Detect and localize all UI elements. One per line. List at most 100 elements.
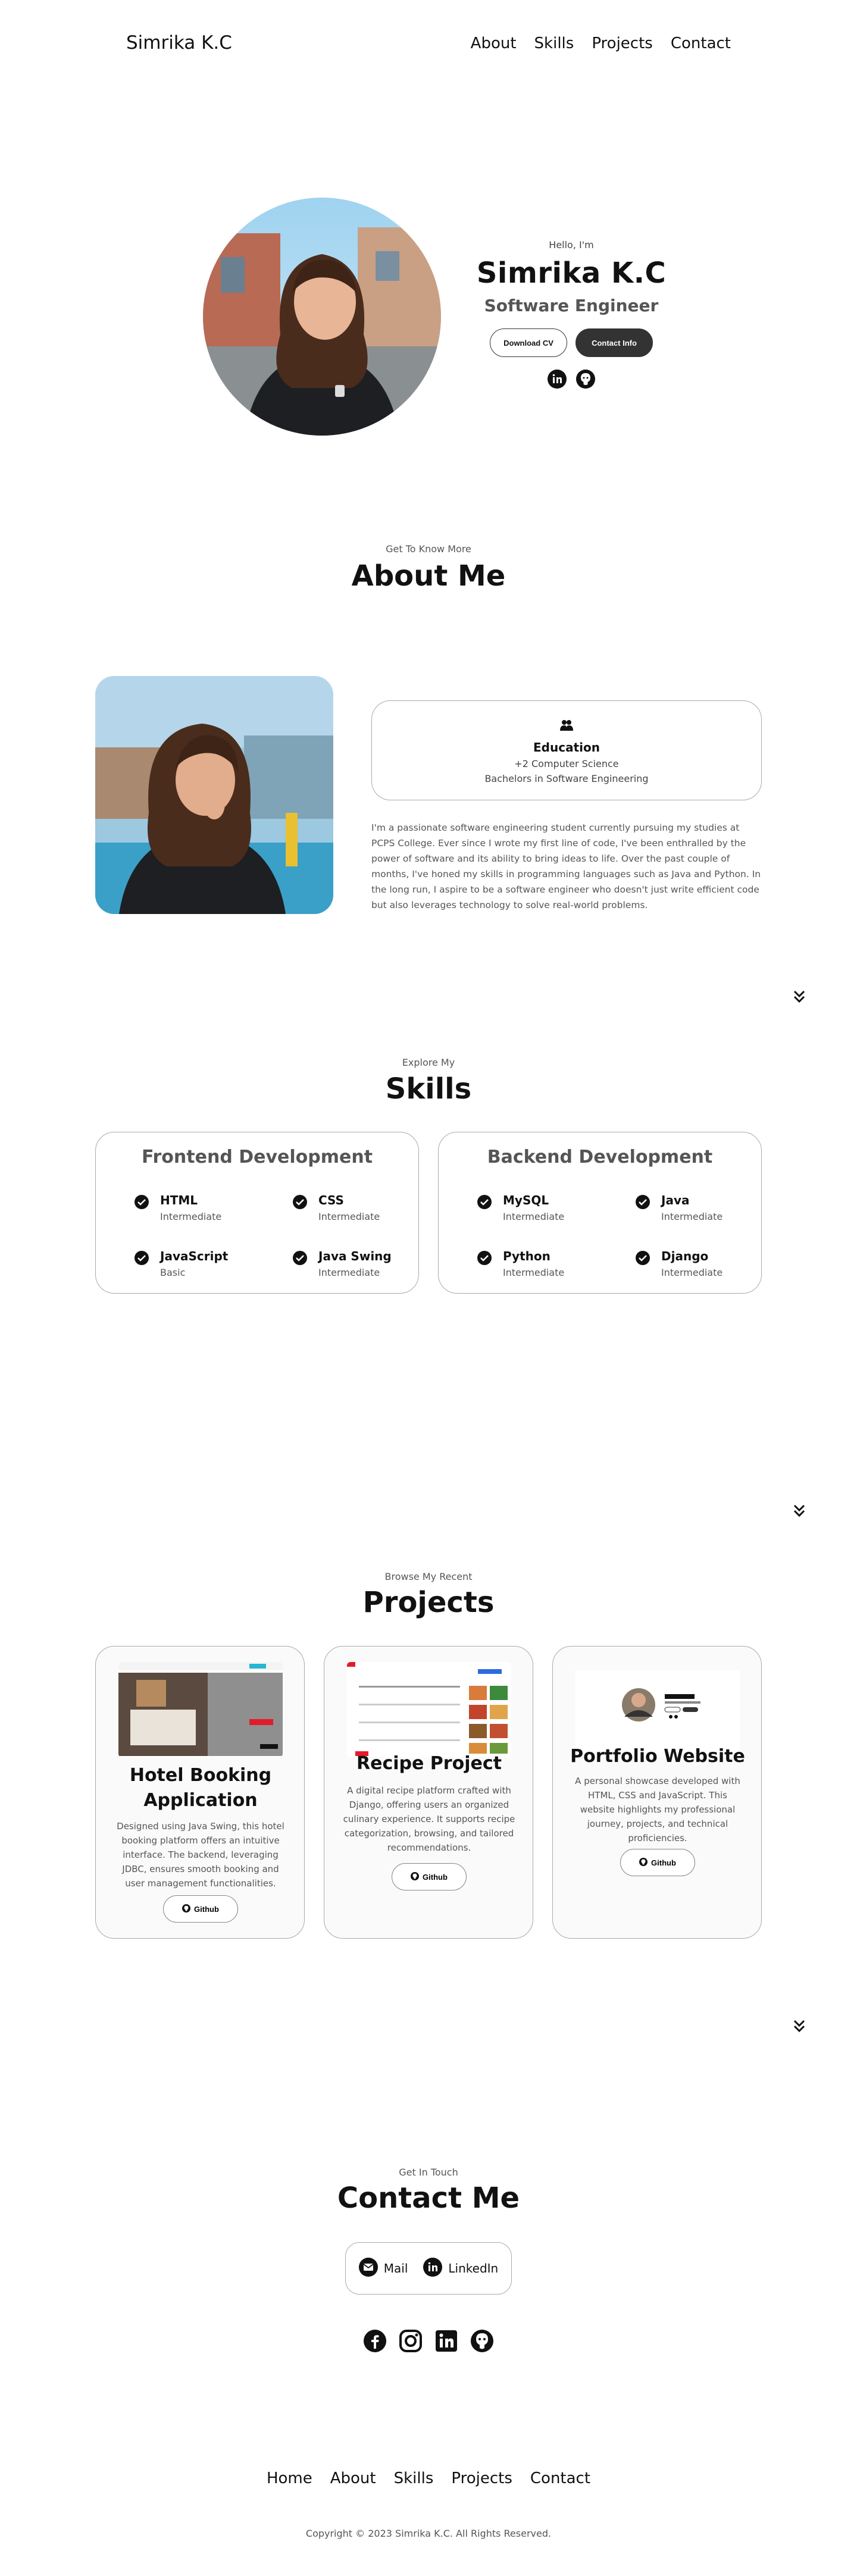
- backend-title: Backend Development: [487, 1147, 713, 1168]
- project-title: Recipe Project: [356, 1753, 502, 1774]
- skills-subtitle: Explore My: [402, 1057, 455, 1068]
- check-icon: [292, 1194, 308, 1210]
- check-icon: [477, 1250, 492, 1266]
- footer-link-home[interactable]: Home: [267, 2469, 312, 2487]
- check-icon: [292, 1250, 308, 1266]
- linkedin-icon[interactable]: [547, 369, 567, 389]
- scroll-down-arrow-icon[interactable]: [790, 988, 808, 1006]
- skill-name: Python: [503, 1249, 551, 1263]
- github-icon[interactable]: [575, 369, 596, 389]
- contact-title: Contact Me: [337, 2181, 520, 2215]
- skill-item: Python Intermediate: [477, 1249, 608, 1281]
- nav-link-projects[interactable]: Projects: [592, 35, 653, 52]
- skill-level: Basic: [160, 1267, 186, 1278]
- copyright: Copyright © 2023 Simrika K.C. All Rights…: [305, 2528, 552, 2539]
- footer-link-projects[interactable]: Projects: [451, 2469, 512, 2487]
- check-icon: [635, 1194, 650, 1210]
- hero-greeting: Hello, I'm: [549, 239, 594, 251]
- skill-level: Intermediate: [661, 1211, 723, 1222]
- linkedin-icon: [423, 2257, 443, 2280]
- skill-level: Intermediate: [661, 1267, 723, 1278]
- project-card-hotel: Hotel Booking Application Designed using…: [95, 1646, 305, 1939]
- skill-level: Intermediate: [160, 1211, 222, 1222]
- skill-name: Django: [661, 1249, 709, 1263]
- hero-name: Simrika K.C: [476, 256, 667, 290]
- nav-link-contact[interactable]: Contact: [671, 35, 731, 52]
- check-icon: [635, 1250, 650, 1266]
- footer-links: Home About Skills Projects Contact: [0, 2469, 857, 2487]
- about-subtitle: Get To Know More: [386, 543, 471, 555]
- skill-level: Intermediate: [318, 1267, 380, 1278]
- hero-text: Hello, I'm Simrika K.C Software Engineer…: [476, 239, 667, 389]
- download-cv-button[interactable]: Download CV: [490, 328, 567, 357]
- linkedin-label: LinkedIn: [448, 2261, 499, 2275]
- about-title: About Me: [351, 559, 506, 593]
- skill-name: Java Swing: [318, 1249, 392, 1263]
- top-nav: Simrika K.C About Skills Projects Contac…: [0, 0, 857, 89]
- contact-mail[interactable]: Mail: [358, 2257, 408, 2280]
- skill-item: JavaScript Basic: [134, 1249, 265, 1281]
- frontend-skills-card: Frontend Development HTML Intermediate C…: [95, 1132, 419, 1294]
- footer-link-contact[interactable]: Contact: [530, 2469, 590, 2487]
- linkedin-icon[interactable]: [434, 2329, 458, 2353]
- project-description: Designed using Java Swing, this hotel bo…: [117, 1821, 284, 1889]
- education-title: Education: [533, 740, 600, 755]
- scroll-down-arrow-icon[interactable]: [790, 1502, 808, 1520]
- check-icon: [134, 1194, 149, 1210]
- project-thumbnail: [575, 1662, 740, 1757]
- project-card-portfolio: Portfolio Website A personal showcase de…: [552, 1646, 762, 1939]
- github-button-label: Github: [423, 1872, 448, 1882]
- skill-name: Java: [661, 1193, 690, 1207]
- github-icon: [182, 1904, 191, 1914]
- github-button[interactable]: Github: [392, 1863, 467, 1890]
- backend-skills-card: Backend Development MySQL Intermediate J…: [438, 1132, 762, 1294]
- education-line: Bachelors in Software Engineering: [484, 773, 649, 784]
- hero-socials: [476, 369, 667, 389]
- skills-title: Skills: [385, 1072, 472, 1106]
- scroll-down-arrow-icon[interactable]: [790, 2017, 808, 2035]
- project-description: A personal showcase developed with HTML,…: [575, 1776, 740, 1843]
- education-icon: [559, 720, 574, 735]
- education-line: +2 Computer Science: [514, 758, 619, 769]
- github-button[interactable]: Github: [620, 1849, 695, 1876]
- mail-icon: [358, 2257, 378, 2280]
- hero-buttons: Download CV Contact Info: [476, 328, 667, 357]
- skill-name: HTML: [160, 1193, 198, 1207]
- github-button-label: Github: [651, 1858, 676, 1867]
- profile-photo: [203, 198, 441, 436]
- skill-level: Intermediate: [503, 1267, 565, 1278]
- projects-subtitle: Browse My Recent: [384, 1571, 473, 1582]
- project-thumbnail: [347, 1662, 511, 1757]
- contact-linkedin[interactable]: LinkedIn: [423, 2257, 499, 2280]
- about-photo: [95, 676, 333, 914]
- frontend-title: Frontend Development: [141, 1147, 373, 1168]
- skill-item: Java Intermediate: [635, 1193, 766, 1225]
- instagram-icon[interactable]: [399, 2329, 423, 2353]
- skill-name: CSS: [318, 1193, 344, 1207]
- github-button[interactable]: Github: [163, 1895, 238, 1923]
- footer-link-skills[interactable]: Skills: [394, 2469, 434, 2487]
- project-title: Hotel Booking Application: [129, 1765, 272, 1811]
- about-paragraph: I'm a passionate software engineering st…: [371, 822, 761, 910]
- projects-title: Projects: [362, 1586, 495, 1619]
- check-icon: [477, 1194, 492, 1210]
- github-icon: [411, 1871, 420, 1882]
- project-title: Portfolio Website: [570, 1746, 745, 1767]
- mail-label: Mail: [383, 2261, 408, 2275]
- skill-level: Intermediate: [503, 1211, 565, 1222]
- github-icon[interactable]: [470, 2329, 494, 2353]
- nav-link-about[interactable]: About: [471, 35, 517, 52]
- footer-link-about[interactable]: About: [330, 2469, 376, 2487]
- github-button-label: Github: [194, 1904, 219, 1914]
- contact-subtitle: Get In Touch: [399, 2167, 458, 2178]
- skill-item: Java Swing Intermediate: [292, 1249, 423, 1281]
- facebook-icon[interactable]: [363, 2329, 387, 2353]
- contact-info-button[interactable]: Contact Info: [575, 328, 653, 357]
- skill-level: Intermediate: [318, 1211, 380, 1222]
- project-card-recipe: Recipe Project A digital recipe platform…: [324, 1646, 533, 1939]
- hero-role: Software Engineer: [484, 296, 659, 315]
- education-card: Education +2 Computer Science Bachelors …: [371, 700, 762, 800]
- site-logo[interactable]: Simrika K.C: [126, 32, 232, 54]
- nav-link-skills[interactable]: Skills: [534, 35, 574, 52]
- skill-item: MySQL Intermediate: [477, 1193, 608, 1225]
